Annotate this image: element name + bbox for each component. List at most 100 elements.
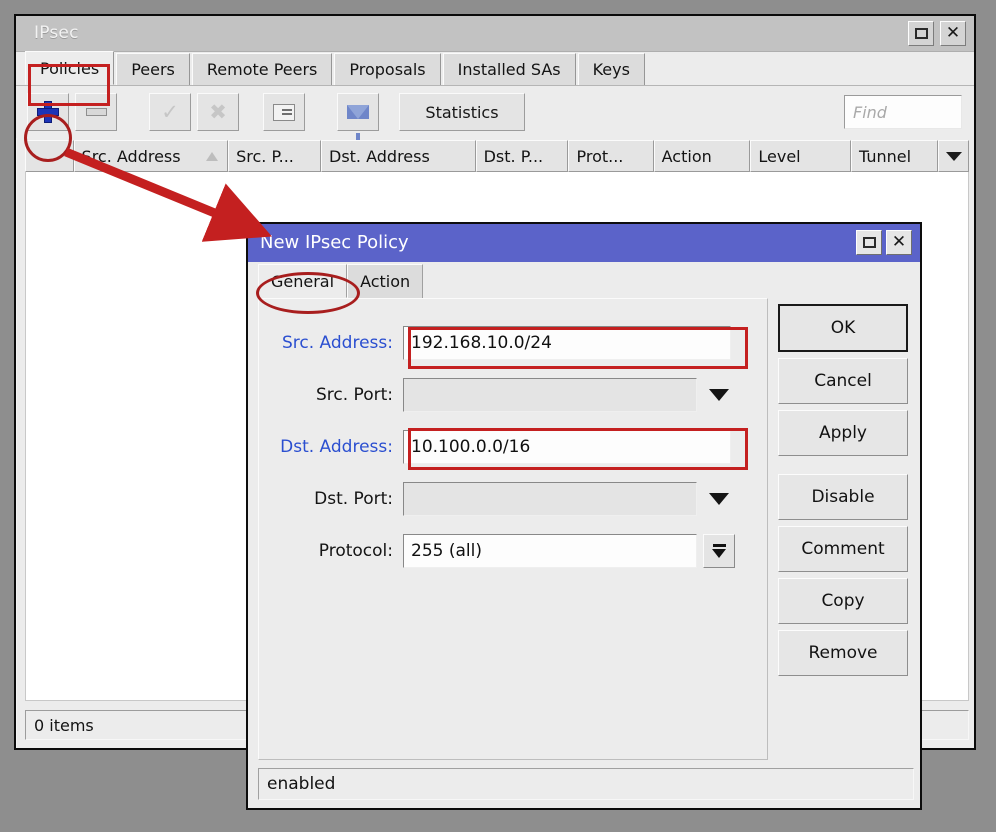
tab-action[interactable]: Action — [347, 264, 424, 298]
disable-button[interactable]: Disable — [778, 474, 908, 520]
dst-address-label: Dst. Address: — [280, 437, 393, 457]
tab-label: Action — [360, 272, 411, 291]
sort-ascending-icon — [206, 152, 219, 161]
x-icon: ✖ — [209, 99, 227, 124]
statistics-label: Statistics — [425, 102, 499, 122]
search-placeholder: Find — [853, 102, 887, 122]
field-row-src-port: Src. Port: — [259, 375, 767, 415]
dst-port-dropdown-icon[interactable] — [709, 493, 729, 505]
column-header-dst-port[interactable]: Dst. P... — [475, 140, 569, 172]
tab-label: General — [271, 271, 335, 291]
field-row-protocol: Protocol: 255 (all) — [259, 531, 767, 571]
minus-icon — [85, 108, 107, 116]
column-header-level[interactable]: Level — [750, 140, 851, 172]
field-row-dst-port: Dst. Port: — [259, 479, 767, 519]
filter-button[interactable] — [337, 93, 379, 142]
main-tabstrip: Policies Peers Remote Peers Proposals In… — [16, 51, 974, 86]
tab-label: Keys — [592, 60, 630, 79]
square-icon — [914, 28, 928, 39]
tab-label: Proposals — [349, 60, 426, 79]
column-label: Prot... — [576, 146, 624, 166]
dialog-maximize-button[interactable] — [856, 230, 882, 255]
column-label: Action — [661, 146, 712, 166]
cancel-button[interactable]: Cancel — [778, 358, 908, 404]
protocol-label: Protocol: — [318, 541, 393, 561]
tab-label: Policies — [40, 58, 100, 78]
remove-button[interactable]: Remove — [778, 630, 908, 676]
column-label: Dst. Address — [329, 146, 430, 166]
tab-proposals[interactable]: Proposals — [334, 53, 441, 85]
src-port-input[interactable] — [403, 378, 697, 412]
tab-general[interactable]: General — [258, 264, 348, 298]
new-ipsec-policy-dialog: New IPsec Policy ✕ General Action Src. A… — [246, 222, 922, 810]
dialog-title: New IPsec Policy — [260, 232, 409, 253]
column-label: Src. Address — [81, 146, 181, 166]
field-row-src-address: Src. Address: 192.168.10.0/24 — [259, 323, 767, 363]
column-header-tunnel[interactable]: Tunnel — [850, 140, 939, 172]
enable-button[interactable]: ✓ — [149, 93, 191, 131]
ok-button[interactable]: OK — [778, 304, 908, 352]
maximize-button[interactable] — [908, 21, 934, 46]
protocol-input[interactable]: 255 (all) — [403, 534, 697, 568]
column-chooser-button[interactable] — [938, 140, 969, 172]
protocol-dropdown-button[interactable] — [703, 534, 735, 568]
spinner-bar-icon — [712, 544, 726, 547]
close-icon: ✕ — [945, 23, 961, 43]
column-label: Dst. P... — [483, 146, 544, 166]
close-icon: ✕ — [891, 232, 907, 252]
column-label: Src. P... — [236, 146, 294, 166]
dst-port-input[interactable] — [403, 482, 697, 516]
remove-button[interactable] — [75, 93, 117, 131]
src-address-label: Src. Address: — [282, 333, 393, 353]
search-input[interactable]: Find — [844, 95, 962, 129]
src-address-input[interactable]: 192.168.10.0/24 — [403, 326, 731, 360]
column-label: Level — [758, 146, 801, 166]
square-icon — [862, 237, 876, 248]
src-port-dropdown-icon[interactable] — [709, 389, 729, 401]
window-title: IPsec — [34, 23, 79, 43]
statistics-button[interactable]: Statistics — [399, 93, 525, 131]
item-count-label: 0 items — [34, 715, 94, 735]
comment-button[interactable] — [263, 93, 305, 131]
tab-label: Peers — [131, 60, 175, 79]
dialog-close-button[interactable]: ✕ — [886, 230, 912, 255]
dialog-status-bar: enabled — [258, 768, 914, 800]
dialog-button-column: OK Cancel Apply Disable Comment Copy Rem… — [778, 304, 908, 682]
tab-label: Installed SAs — [457, 60, 561, 79]
tab-peers[interactable]: Peers — [116, 53, 190, 85]
tab-label: Remote Peers — [206, 60, 318, 79]
tab-policies[interactable]: Policies — [25, 51, 115, 85]
list-column-headers: Src. Address Src. P... Dst. Address Dst.… — [25, 140, 969, 172]
dst-address-input[interactable]: 10.100.0.0/16 — [403, 430, 731, 464]
column-header-src-address[interactable]: Src. Address — [73, 140, 229, 172]
plus-icon — [37, 101, 59, 123]
tab-installed-sas[interactable]: Installed SAs — [442, 53, 576, 85]
note-icon — [273, 103, 295, 121]
chevron-down-icon — [712, 549, 726, 558]
check-icon: ✓ — [161, 99, 179, 124]
main-toolbar: ✓ ✖ Statistics Find — [16, 86, 974, 142]
apply-button[interactable]: Apply — [778, 410, 908, 456]
src-port-label: Src. Port: — [316, 385, 393, 405]
chevron-down-icon — [945, 151, 962, 161]
copy-button[interactable]: Copy — [778, 578, 908, 624]
dialog-tabstrip: General Action — [248, 262, 920, 298]
main-titlebar: IPsec ✕ — [16, 16, 974, 52]
column-header-protocol[interactable]: Prot... — [568, 140, 654, 172]
column-label: Tunnel — [858, 146, 912, 166]
column-header-dst-address[interactable]: Dst. Address — [321, 140, 476, 172]
tab-remote-peers[interactable]: Remote Peers — [191, 53, 333, 85]
dialog-titlebar: New IPsec Policy ✕ — [248, 224, 920, 262]
column-header-action[interactable]: Action — [653, 140, 751, 172]
dst-port-label: Dst. Port: — [314, 489, 393, 509]
dialog-status-label: enabled — [267, 774, 336, 794]
field-row-dst-address: Dst. Address: 10.100.0.0/16 — [259, 427, 767, 467]
close-button[interactable]: ✕ — [940, 21, 966, 46]
column-header-blank[interactable] — [25, 140, 74, 172]
general-form: Src. Address: 192.168.10.0/24 Src. Port:… — [258, 298, 768, 760]
add-button[interactable] — [27, 93, 69, 131]
column-header-src-port[interactable]: Src. P... — [228, 140, 321, 172]
comment-button[interactable]: Comment — [778, 526, 908, 572]
tab-keys[interactable]: Keys — [577, 53, 645, 85]
disable-button[interactable]: ✖ — [197, 93, 239, 131]
